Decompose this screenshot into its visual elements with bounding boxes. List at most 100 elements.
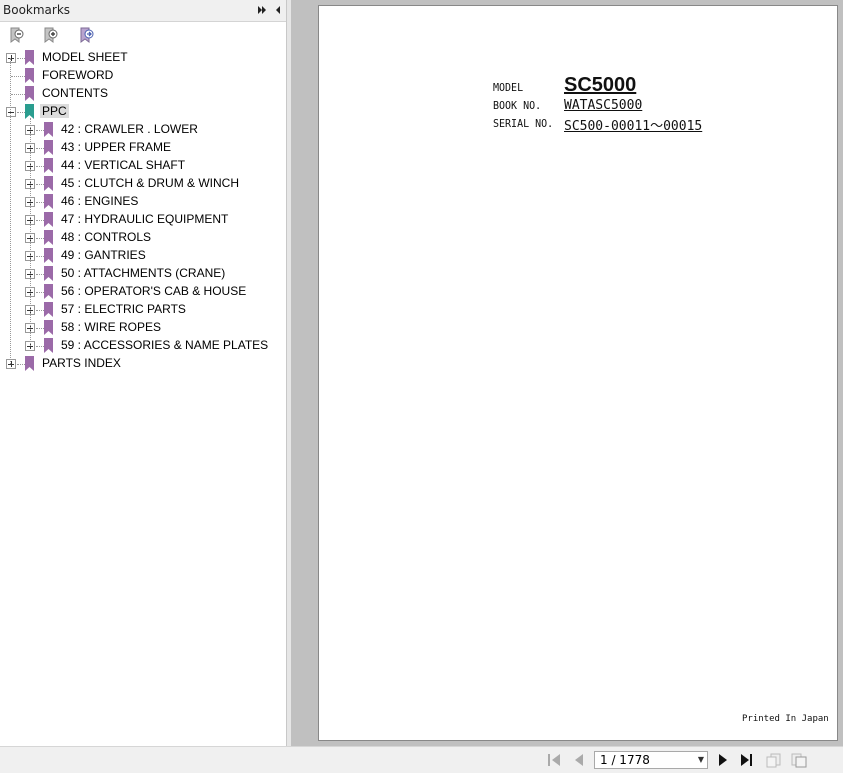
previous-page-icon[interactable] [570,752,588,768]
tree-connector [36,328,44,329]
page-dropdown-icon[interactable]: ▼ [698,755,704,764]
page-number-field[interactable]: 1 / 1778 ▼ [594,751,708,769]
tree-connector [36,256,44,257]
bookmark-item[interactable]: 42 : CRAWLER . LOWER [0,121,286,139]
collapse-icon[interactable] [6,107,16,117]
page-number-value: 1 / 1778 [600,753,650,767]
bookmark-icon [44,176,53,191]
bookmark-label: 45 : CLUTCH & DRUM & WINCH [61,176,240,190]
tree-connector [11,94,25,95]
bookmark-label: 50 : ATTACHMENTS (CRANE) [61,266,226,280]
bookmark-item[interactable]: 43 : UPPER FRAME [0,139,286,157]
model-value: SC5000 [564,74,637,96]
last-page-icon[interactable] [738,752,756,768]
bookmark-toolbar [0,23,286,49]
bookmark-label: 57 : ELECTRIC PARTS [61,302,186,316]
tree-connector [36,346,44,347]
bookmark-icon [44,158,53,173]
serial-no-value: SC500-00011～00015 [564,119,703,134]
bookmark-icon [44,266,53,281]
tree-connector [17,364,25,365]
tree-connector [17,58,25,59]
bookmark-icon [44,194,53,209]
bookmark-label: 48 : CONTROLS [61,230,152,244]
bookmark-item[interactable]: FOREWORD [0,67,286,85]
tree-guide-line [10,58,11,364]
bookmark-item[interactable]: PARTS INDEX [0,355,286,373]
delete-bookmark-icon[interactable] [8,26,26,44]
tree-connector [36,148,44,149]
bookmark-label: MODEL SHEET [42,50,128,64]
previous-view-icon[interactable] [765,752,783,768]
bookmark-label: 59 : ACCESSORIES & NAME PLATES [61,338,269,352]
tree-connector [17,112,25,113]
add-bookmark-icon[interactable] [42,26,60,44]
bookmark-label: 44 : VERTICAL SHAFT [61,158,186,172]
bookmark-label: 58 : WIRE ROPES [61,320,162,334]
first-page-icon[interactable] [546,752,564,768]
bookmark-item[interactable]: 59 : ACCESSORIES & NAME PLATES [0,337,286,355]
bookmark-item[interactable]: 47 : HYDRAULIC EQUIPMENT [0,211,286,229]
bookmark-label: 47 : HYDRAULIC EQUIPMENT [61,212,229,226]
collapse-panel-icon[interactable] [272,3,284,17]
bookmark-icon [44,230,53,245]
expand-icon[interactable] [6,359,16,369]
model-label: MODEL [493,82,524,95]
bookmark-icon [44,338,53,353]
bookmark-icon [44,320,53,335]
panel-title: Bookmarks [3,3,71,17]
bookmark-icon [44,140,53,155]
bookmark-item[interactable]: 46 : ENGINES [0,193,286,211]
bookmark-item[interactable]: 45 : CLUTCH & DRUM & WINCH [0,175,286,193]
bookmark-item[interactable]: 56 : OPERATOR'S CAB & HOUSE [0,283,286,301]
bookmark-label: FOREWORD [42,68,114,82]
bookmark-icon [25,356,34,371]
book-no-label: BOOK NO. [493,100,542,113]
bookmark-icon [44,302,53,317]
bookmark-item[interactable]: PPC [0,103,286,121]
tree-connector [36,202,44,203]
bookmark-item[interactable]: CONTENTS [0,85,286,103]
bookmark-icon [44,284,53,299]
bookmark-label: 49 : GANTRIES [61,248,146,262]
bookmark-icon [44,212,53,227]
bookmark-item[interactable]: 49 : GANTRIES [0,247,286,265]
document-page: MODEL SC5000 BOOK NO. WATASC5000 SERIAL … [318,5,838,741]
next-page-icon[interactable] [714,752,732,768]
bookmark-icon [25,68,34,83]
tree-connector [11,76,25,77]
tree-connector [36,238,44,239]
bookmark-label: PARTS INDEX [42,356,121,370]
printed-in-japan: Printed In Japan [742,714,829,724]
panel-header: Bookmarks [0,0,286,22]
bookmark-item[interactable]: 50 : ATTACHMENTS (CRANE) [0,265,286,283]
bookmark-icon [44,122,53,137]
tree-connector [36,220,44,221]
bookmark-label: PPC [40,104,69,118]
bookmark-label: 46 : ENGINES [61,194,139,208]
bookmark-icon [44,248,53,263]
bookmark-label: 43 : UPPER FRAME [61,140,172,154]
bookmark-item[interactable]: 57 : ELECTRIC PARTS [0,301,286,319]
expand-panel-icon[interactable] [256,3,268,17]
bookmark-item[interactable]: 44 : VERTICAL SHAFT [0,157,286,175]
book-no-value: WATASC5000 [564,98,643,113]
bookmark-item[interactable]: 58 : WIRE ROPES [0,319,286,337]
navigation-bar: 1 / 1778 ▼ [0,746,843,773]
serial-no-label: SERIAL NO. [493,118,554,131]
tree-guide-line [30,118,31,346]
tree-connector [36,292,44,293]
bookmark-label: 56 : OPERATOR'S CAB & HOUSE [61,284,247,298]
tree-connector [36,184,44,185]
tree-connector [36,166,44,167]
find-bookmark-icon[interactable] [78,26,96,44]
next-view-icon[interactable] [790,752,808,768]
tree-connector [36,274,44,275]
bookmark-item[interactable]: MODEL SHEET [0,49,286,67]
bookmark-icon [25,50,34,65]
bookmark-icon [25,104,34,119]
expand-icon[interactable] [6,53,16,63]
bookmark-item[interactable]: 48 : CONTROLS [0,229,286,247]
bookmark-label: CONTENTS [42,86,108,100]
bookmarks-panel: Bookmarks MODEL SHEET FOREWORD CONTENTS PPC… [0,0,287,746]
